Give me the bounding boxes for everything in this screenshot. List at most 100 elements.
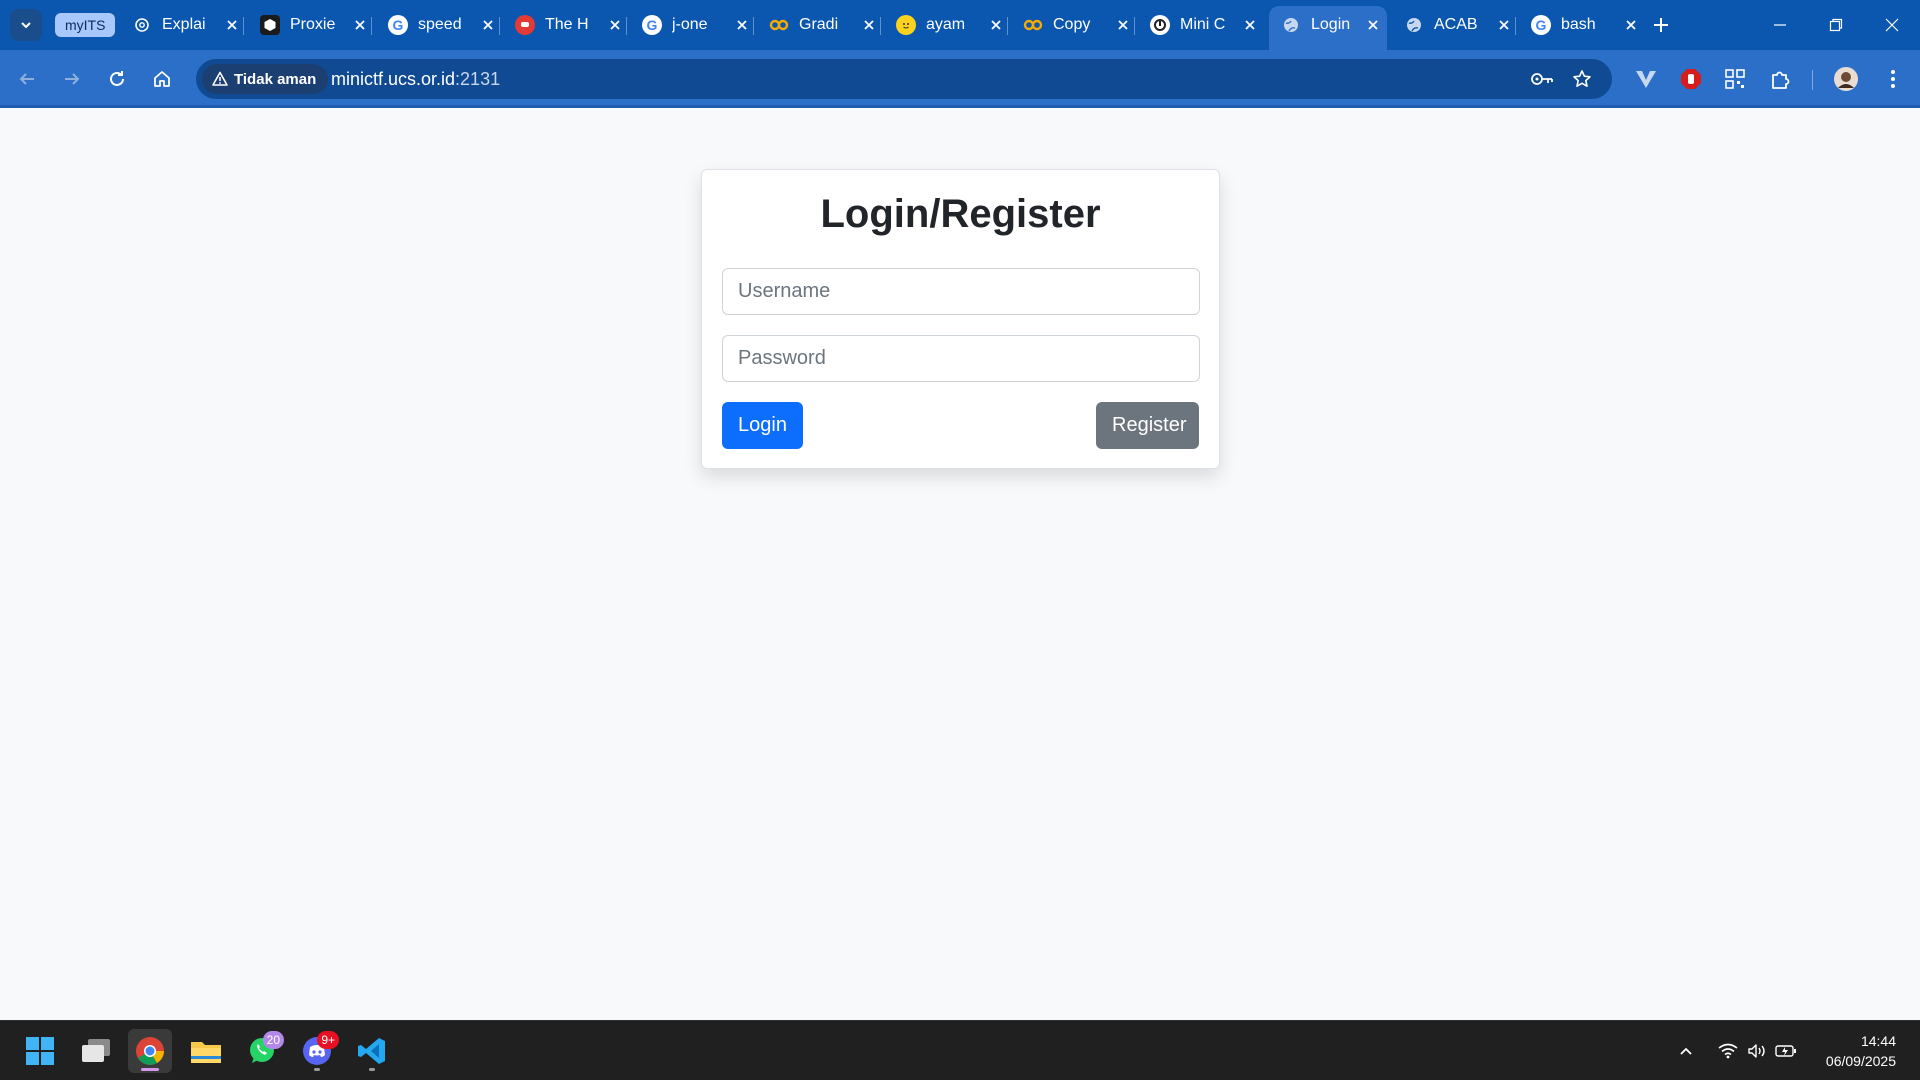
close-icon[interactable]: [1240, 15, 1260, 35]
close-icon[interactable]: [1363, 15, 1383, 35]
register-button[interactable]: Register: [1096, 402, 1199, 449]
tab-j-one[interactable]: G j-one: [630, 7, 754, 43]
battery-status[interactable]: [1772, 1021, 1800, 1080]
taskbar-file-explorer[interactable]: [184, 1029, 228, 1073]
tab-copy[interactable]: Copy: [1011, 7, 1135, 43]
chevron-down-icon: [21, 22, 31, 29]
volume-status[interactable]: [1744, 1021, 1770, 1080]
url-text[interactable]: minictf.ucs.or.id:2131: [331, 59, 500, 99]
qr-code-extension[interactable]: [1721, 65, 1749, 93]
password-input[interactable]: [722, 335, 1200, 382]
tab-title: Proxie: [290, 16, 336, 33]
taskbar-vscode[interactable]: [350, 1029, 394, 1073]
clock-time: 14:44: [1860, 1033, 1896, 1049]
tab-title: ACAB: [1434, 16, 1478, 33]
reload-icon: [110, 71, 124, 86]
wifi-icon: [1718, 1043, 1738, 1059]
url-port: :2131: [455, 69, 501, 89]
browser-menu-button[interactable]: [1879, 65, 1907, 93]
taskbar-chrome[interactable]: [128, 1029, 172, 1073]
globe-icon: [1281, 15, 1301, 35]
close-icon[interactable]: [1494, 15, 1514, 35]
clock-date: 06/09/2025: [1825, 1053, 1896, 1069]
tab-title: Gradi: [799, 16, 839, 33]
username-input[interactable]: [722, 268, 1200, 315]
close-icon[interactable]: [1621, 15, 1641, 35]
tab-explain[interactable]: Explai: [120, 7, 244, 43]
avatar-icon: [1834, 67, 1858, 91]
speaker-icon: [1748, 1044, 1765, 1058]
task-view-icon: [82, 1039, 110, 1062]
tab-title: Login: [1311, 16, 1351, 33]
tab-ayam[interactable]: ayam: [884, 7, 1008, 43]
vimium-extension[interactable]: [1632, 65, 1660, 93]
tab-speed[interactable]: G speed: [376, 7, 500, 43]
browser-toolbar: Tidak aman minictf.ucs.or.id:2131: [0, 50, 1920, 108]
tab-title: Copy: [1053, 16, 1091, 33]
taskbar-whatsapp[interactable]: 20: [240, 1029, 284, 1073]
password-key-button[interactable]: [1530, 67, 1554, 91]
notification-badge: 20: [262, 1031, 284, 1049]
window-controls: [1752, 0, 1920, 50]
home-button[interactable]: [146, 63, 178, 95]
star-icon: [1573, 70, 1591, 87]
close-icon[interactable]: [605, 15, 625, 35]
tab-gradio[interactable]: Gradi: [757, 7, 881, 43]
security-chip[interactable]: Tidak aman: [202, 64, 329, 94]
puzzle-icon: [1772, 71, 1790, 89]
tab-search-button[interactable]: [10, 9, 42, 41]
restore-icon: [1829, 18, 1843, 32]
forward-button[interactable]: [56, 63, 88, 95]
show-hidden-icons-button[interactable]: [1672, 1021, 1700, 1080]
google-icon: G: [1531, 15, 1551, 35]
extensions-button[interactable]: [1767, 65, 1795, 93]
taskbar-discord[interactable]: 9+: [295, 1029, 339, 1073]
reload-button[interactable]: [101, 63, 133, 95]
bookmark-star-button[interactable]: [1570, 67, 1594, 91]
chevron-up-icon: [1680, 1047, 1692, 1055]
tab-acab[interactable]: ACAB: [1392, 7, 1516, 43]
tab-bash[interactable]: G bash: [1519, 7, 1641, 43]
back-button[interactable]: [11, 63, 43, 95]
address-bar[interactable]: Tidak aman minictf.ucs.or.id:2131: [196, 59, 1612, 99]
security-label: Tidak aman: [234, 70, 317, 88]
vscode-icon: [358, 1038, 385, 1064]
task-view-button[interactable]: [74, 1029, 118, 1073]
windows-logo-icon: [26, 1037, 54, 1065]
minimize-button[interactable]: [1752, 0, 1808, 50]
close-icon[interactable]: [222, 15, 242, 35]
close-icon[interactable]: [859, 15, 879, 35]
close-icon[interactable]: [1113, 15, 1133, 35]
login-button[interactable]: Login: [722, 402, 803, 449]
colab-icon: [1023, 15, 1043, 35]
huggingface-icon: [896, 15, 916, 35]
minimize-icon: [1774, 24, 1786, 26]
adblock-extension[interactable]: [1677, 65, 1705, 93]
tab-the-h[interactable]: The H: [503, 7, 627, 43]
page-title: Login/Register: [820, 192, 1101, 236]
tab-proxies[interactable]: Proxie: [248, 7, 372, 43]
tab-title: ayam: [926, 16, 966, 33]
tab-group-label[interactable]: myITS: [55, 13, 116, 37]
login-card: Login/Register Login Register: [701, 169, 1220, 469]
close-icon[interactable]: [350, 15, 370, 35]
home-icon: [154, 71, 170, 87]
restore-button[interactable]: [1808, 0, 1864, 50]
close-icon[interactable]: [732, 15, 752, 35]
warning-icon: [212, 71, 228, 86]
running-indicator: [369, 1068, 375, 1071]
system-clock[interactable]: 14:44 06/09/2025: [1826, 1031, 1896, 1071]
tab-login[interactable]: Login: [1269, 6, 1387, 50]
tab-mini-ctf[interactable]: Mini C: [1138, 7, 1260, 43]
close-window-button[interactable]: [1864, 0, 1920, 50]
tab-strip: myITS Explai Proxie G speed The H G j-on…: [0, 0, 1920, 50]
profile-avatar[interactable]: [1832, 65, 1860, 93]
kebab-menu-icon: [1891, 70, 1895, 88]
new-tab-button[interactable]: [1650, 14, 1672, 36]
start-button[interactable]: [18, 1029, 62, 1073]
active-indicator: [141, 1068, 159, 1071]
wifi-status[interactable]: [1714, 1021, 1742, 1080]
close-icon[interactable]: [986, 15, 1006, 35]
chrome-icon: [136, 1037, 164, 1065]
close-icon[interactable]: [478, 15, 498, 35]
